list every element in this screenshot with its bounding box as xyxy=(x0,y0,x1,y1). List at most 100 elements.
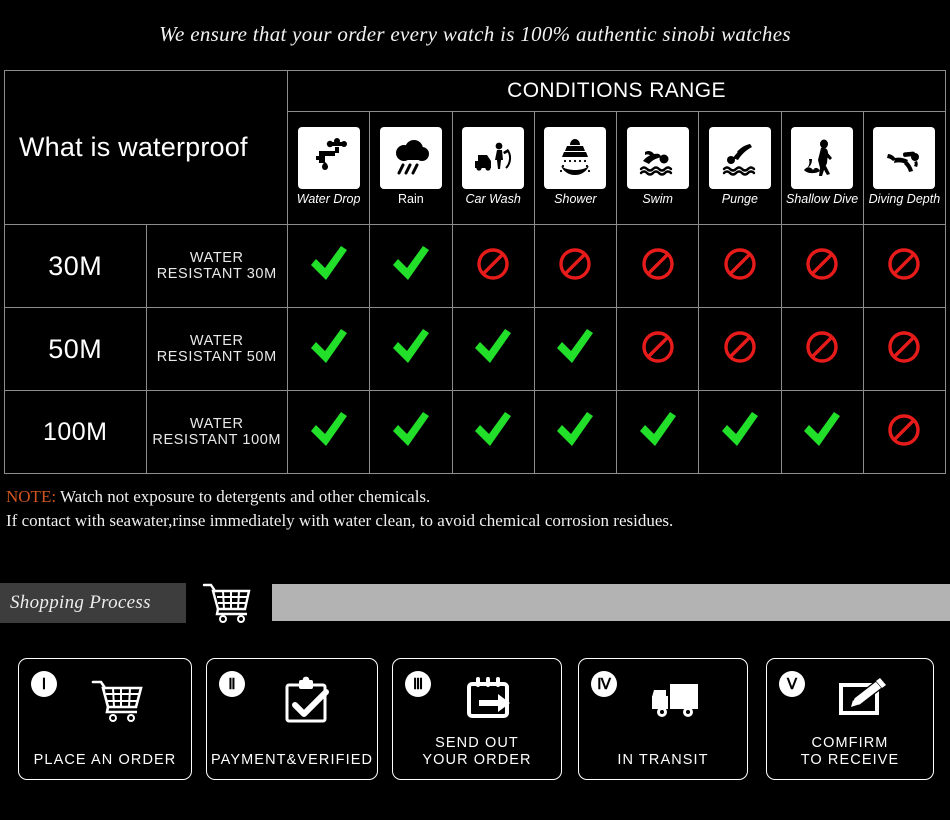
check-mark-icon xyxy=(719,410,761,450)
depth-description-cell: WATER RESISTANT 50M xyxy=(145,307,288,391)
check-mark-icon xyxy=(308,327,350,367)
mark-cell-shallow-dive xyxy=(780,307,864,391)
check-mark-icon xyxy=(801,410,843,450)
condition-col-water-drop: Water Drop xyxy=(286,111,371,225)
mark-cell-water-drop xyxy=(286,307,371,391)
check-mark-icon xyxy=(472,327,514,367)
shopping-process-band: Shopping Process xyxy=(0,583,950,623)
mark-cell-water-drop xyxy=(286,224,371,308)
check-mark-icon xyxy=(472,410,514,450)
shopping-cart-icon xyxy=(67,673,167,731)
check-mark-icon xyxy=(554,327,596,367)
sign-document-icon xyxy=(813,673,913,725)
step-numeral-badge: Ⅳ xyxy=(591,671,617,697)
condition-label: Water Drop xyxy=(296,191,361,206)
depth-rating-cell: 50M xyxy=(4,307,147,391)
mark-cell-water-drop xyxy=(286,390,371,474)
prohibition-icon xyxy=(805,330,839,364)
diving-depth-icon xyxy=(873,126,936,189)
mark-cell-swim xyxy=(615,307,700,391)
step-label: SEND OUT YOUR ORDER xyxy=(422,735,532,768)
mark-cell-rain xyxy=(369,224,453,308)
prohibition-icon xyxy=(476,247,510,281)
step-numeral-badge: Ⅰ xyxy=(31,671,57,697)
condition-col-swim: Swim xyxy=(615,111,700,225)
depth-description-cell: WATER RESISTANT 100M xyxy=(145,390,288,474)
mark-cell-punge xyxy=(698,224,782,308)
shopping-process-title: Shopping Process xyxy=(10,592,151,613)
mark-cell-punge xyxy=(698,390,782,474)
mark-cell-punge xyxy=(698,307,782,391)
faucet-water-drop-icon xyxy=(297,126,360,189)
condition-col-car-wash: Car Wash xyxy=(451,111,535,225)
step-numeral-badge: Ⅴ xyxy=(779,671,805,697)
page-headline: We ensure that your order every watch is… xyxy=(159,22,791,46)
step-label: IN TRANSIT xyxy=(617,752,709,768)
prohibition-icon xyxy=(641,247,675,281)
check-mark-icon xyxy=(554,410,596,450)
mark-cell-swim xyxy=(615,390,700,474)
mark-cell-car-wash xyxy=(451,224,535,308)
mark-cell-rain xyxy=(369,307,453,391)
step-payment-verified[interactable]: Ⅱ PAYMENT&VERIFIED xyxy=(206,658,378,780)
prohibition-icon xyxy=(641,330,675,364)
prohibition-icon xyxy=(887,330,921,364)
condition-col-rain: Rain xyxy=(369,111,453,225)
mark-cell-swim xyxy=(615,224,700,308)
mark-cell-shower xyxy=(533,224,618,308)
condition-label: Rain xyxy=(398,191,424,206)
mark-cell-car-wash xyxy=(451,390,535,474)
step-comfirm-to-receive[interactable]: Ⅴ COMFIRM TO RECEIVE xyxy=(766,658,934,780)
conditions-range-header: CONDITIONS RANGE xyxy=(287,70,946,112)
shallow-dive-icon xyxy=(791,126,854,189)
check-mark-icon xyxy=(390,327,432,367)
shopping-steps: Ⅰ PLACE AN ORDER Ⅱ PAYMENT&VERIFIED Ⅲ SE… xyxy=(0,658,950,783)
delivery-truck-icon xyxy=(625,673,725,727)
rain-cloud-icon xyxy=(379,126,442,189)
note-text-1: Watch not exposure to detergents and oth… xyxy=(56,487,431,506)
step-numeral-badge: Ⅱ xyxy=(219,671,245,697)
depth-rating-cell: 100M xyxy=(4,390,147,474)
clipboard-check-icon xyxy=(257,673,357,731)
depth-rating-cell: 30M xyxy=(4,224,147,308)
depth-description-cell: WATER RESISTANT 30M xyxy=(145,224,288,308)
shopping-cart-icon xyxy=(196,579,258,627)
step-send-out-your-order[interactable]: Ⅲ SEND OUT YOUR ORDER xyxy=(392,658,562,780)
mark-cell-diving-depth xyxy=(862,224,947,308)
mark-cell-diving-depth xyxy=(862,390,947,474)
prohibition-icon xyxy=(887,413,921,447)
note-line-2: If contact with seawater,rinse immediate… xyxy=(6,511,674,530)
condition-col-punge: Punge xyxy=(698,111,782,225)
step-place-an-order[interactable]: Ⅰ PLACE AN ORDER xyxy=(18,658,192,780)
prohibition-icon xyxy=(558,247,592,281)
waterproof-table: What is waterproof CONDITIONS RANGE Wate… xyxy=(4,70,947,474)
note-line-1: NOTE: Watch not exposure to detergents a… xyxy=(6,485,936,509)
note-block: NOTE: Watch not exposure to detergents a… xyxy=(6,485,936,533)
page-title: What is waterproof xyxy=(19,132,248,162)
prohibition-icon xyxy=(887,247,921,281)
condition-label: Shower xyxy=(554,191,597,206)
mark-cell-rain xyxy=(369,390,453,474)
table-row: 50M WATER RESISTANT 50M xyxy=(4,307,947,391)
step-in-transit[interactable]: Ⅳ IN TRANSIT xyxy=(578,658,748,780)
step-label: PLACE AN ORDER xyxy=(33,752,177,768)
table-row: 100M WATER RESISTANT 100M xyxy=(4,390,947,474)
mark-cell-shallow-dive xyxy=(780,224,864,308)
step-label: COMFIRM TO RECEIVE xyxy=(800,735,900,768)
condition-label: Punge xyxy=(721,191,758,206)
note-label: NOTE: xyxy=(6,487,57,506)
corner-title-cell: What is waterproof xyxy=(4,70,288,225)
plunge-dive-icon xyxy=(708,126,771,189)
condition-label: Shallow Dive xyxy=(785,191,859,206)
mark-cell-shallow-dive xyxy=(780,390,864,474)
check-mark-icon xyxy=(308,244,350,284)
shopping-process-title-bg: Shopping Process xyxy=(0,583,186,623)
calendar-arrow-icon xyxy=(439,673,539,725)
swimmer-icon xyxy=(626,126,689,189)
condition-label: Diving Depth xyxy=(868,191,941,206)
condition-col-shallow-dive: Shallow Dive xyxy=(780,111,864,225)
mark-cell-shower xyxy=(533,390,618,474)
mark-cell-car-wash xyxy=(451,307,535,391)
table-header-row: What is waterproof CONDITIONS RANGE xyxy=(4,70,946,225)
shower-icon xyxy=(544,126,607,189)
